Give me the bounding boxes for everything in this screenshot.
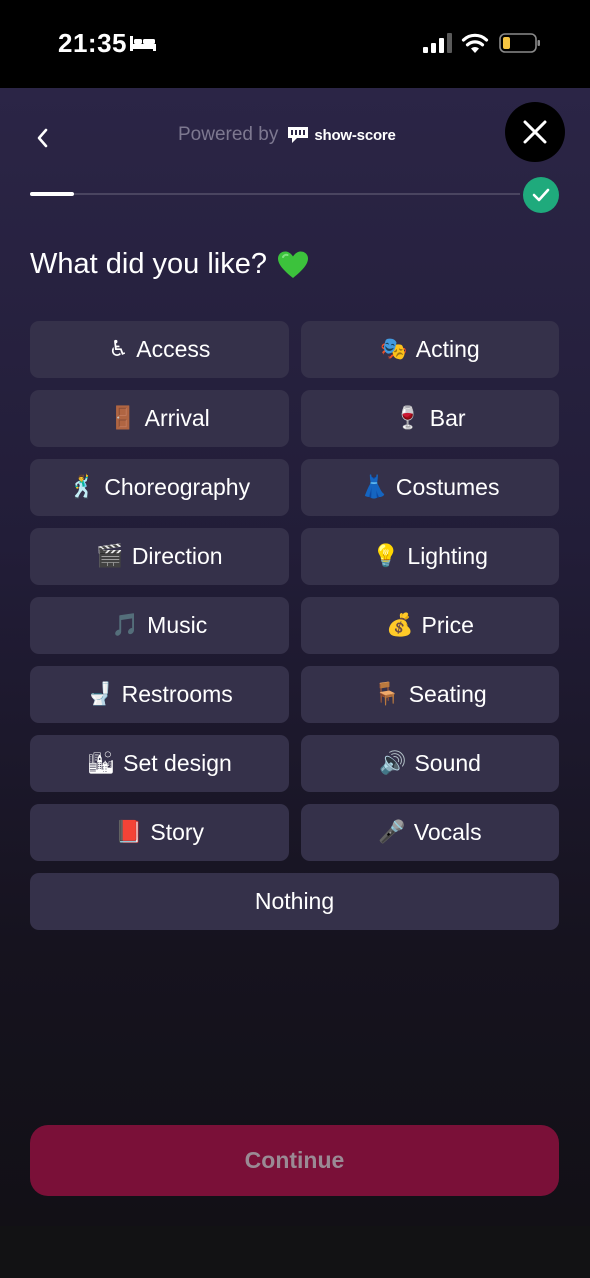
option-label: Music bbox=[147, 612, 208, 638]
option-set-design[interactable]: 🏙 Set design bbox=[30, 735, 289, 792]
option-restrooms[interactable]: 🚽 Restrooms bbox=[30, 666, 289, 723]
option-choreography[interactable]: 🕺 Choreography bbox=[30, 459, 289, 516]
option-story[interactable]: 📕 Story bbox=[30, 804, 289, 861]
continue-label: Continue bbox=[244, 1147, 345, 1173]
option-bar[interactable]: 🍷 Bar bbox=[301, 390, 559, 447]
option-label: Nothing bbox=[254, 888, 335, 914]
home-indicator-area bbox=[0, 1226, 590, 1278]
question-text: What did you like? bbox=[30, 248, 267, 280]
option-label: Lighting bbox=[407, 543, 488, 569]
option-access[interactable]: ♿ Access bbox=[30, 321, 289, 378]
green-heart-icon bbox=[277, 251, 308, 278]
option-label: Costumes bbox=[395, 474, 500, 500]
option-emoji-icon: 🕺 bbox=[68, 474, 97, 500]
progress-track bbox=[30, 193, 520, 195]
option-nothing[interactable]: Nothing bbox=[30, 873, 559, 930]
option-emoji-icon: 🪑 bbox=[373, 681, 401, 707]
close-icon bbox=[523, 120, 547, 144]
option-emoji-icon: 🎵 bbox=[111, 612, 140, 638]
option-emoji-icon: 🎤 bbox=[378, 819, 406, 845]
progress-complete-badge bbox=[523, 177, 559, 213]
check-icon bbox=[532, 188, 550, 202]
question-heading: What did you like? bbox=[30, 248, 309, 281]
option-label: Vocals bbox=[413, 819, 482, 845]
option-vocals[interactable]: 🎤 Vocals bbox=[301, 804, 559, 861]
option-emoji-icon: 💡 bbox=[372, 543, 400, 569]
option-acting[interactable]: 🎭 Acting bbox=[301, 321, 559, 378]
option-emoji-icon: 📕 bbox=[114, 819, 143, 845]
status-time: 21:35 bbox=[58, 28, 127, 58]
option-price[interactable]: 💰 Price bbox=[301, 597, 559, 654]
option-label: Seating bbox=[408, 681, 487, 707]
back-button[interactable] bbox=[28, 122, 56, 154]
option-label: Price bbox=[421, 612, 474, 638]
option-arrival[interactable]: 🚪 Arrival bbox=[30, 390, 289, 447]
option-label: Arrival bbox=[144, 405, 210, 431]
wifi-icon bbox=[461, 33, 489, 53]
option-label: Story bbox=[150, 819, 205, 845]
option-label: Bar bbox=[429, 405, 466, 431]
option-sound[interactable]: 🔊 Sound bbox=[301, 735, 559, 792]
option-emoji-icon: 🔊 bbox=[379, 750, 407, 776]
option-emoji-icon: 🎭 bbox=[380, 336, 408, 362]
status-bar: 21:35 bbox=[0, 0, 590, 88]
option-emoji-icon: 🚽 bbox=[86, 681, 114, 707]
continue-button[interactable]: Continue bbox=[30, 1125, 559, 1196]
option-lighting[interactable]: 💡 Lighting bbox=[301, 528, 559, 585]
option-emoji-icon: 💰 bbox=[386, 612, 414, 638]
option-label: Restrooms bbox=[121, 681, 233, 707]
chevron-left-icon bbox=[37, 128, 48, 148]
option-emoji-icon: 🎬 bbox=[96, 543, 124, 569]
options-grid: ♿ Access 🎭 Acting 🚪 Arrival 🍷 Bar 🕺 Choreography 👗… bbox=[30, 321, 559, 930]
cellular-signal-icon bbox=[423, 33, 452, 53]
option-label: Choreography bbox=[104, 474, 251, 500]
brand-name: show-score bbox=[314, 126, 396, 144]
option-label: Access bbox=[136, 336, 211, 362]
powered-by: Powered by show-score bbox=[178, 124, 396, 146]
bed-icon bbox=[130, 36, 156, 51]
option-direction[interactable]: 🎬 Direction bbox=[30, 528, 289, 585]
powered-by-text: Powered by bbox=[178, 124, 279, 145]
show-score-logo: show-score bbox=[286, 124, 396, 146]
option-emoji-icon: ♿ bbox=[108, 336, 129, 362]
option-label: Sound bbox=[414, 750, 481, 776]
battery-icon bbox=[499, 33, 540, 53]
option-emoji-icon: 👗 bbox=[360, 474, 388, 500]
option-music[interactable]: 🎵 Music bbox=[30, 597, 289, 654]
option-label: Direction bbox=[131, 543, 223, 569]
option-label: Set design bbox=[123, 750, 232, 776]
progress-fill bbox=[30, 192, 74, 196]
show-score-mark-icon bbox=[288, 127, 309, 143]
option-emoji-icon: 🏙 bbox=[87, 750, 116, 776]
option-seating[interactable]: 🪑 Seating bbox=[301, 666, 559, 723]
close-button[interactable] bbox=[505, 102, 565, 162]
option-emoji-icon: 🚪 bbox=[109, 405, 137, 431]
option-costumes[interactable]: 👗 Costumes bbox=[301, 459, 559, 516]
option-emoji-icon: 🍷 bbox=[394, 405, 422, 431]
option-label: Acting bbox=[415, 336, 480, 362]
